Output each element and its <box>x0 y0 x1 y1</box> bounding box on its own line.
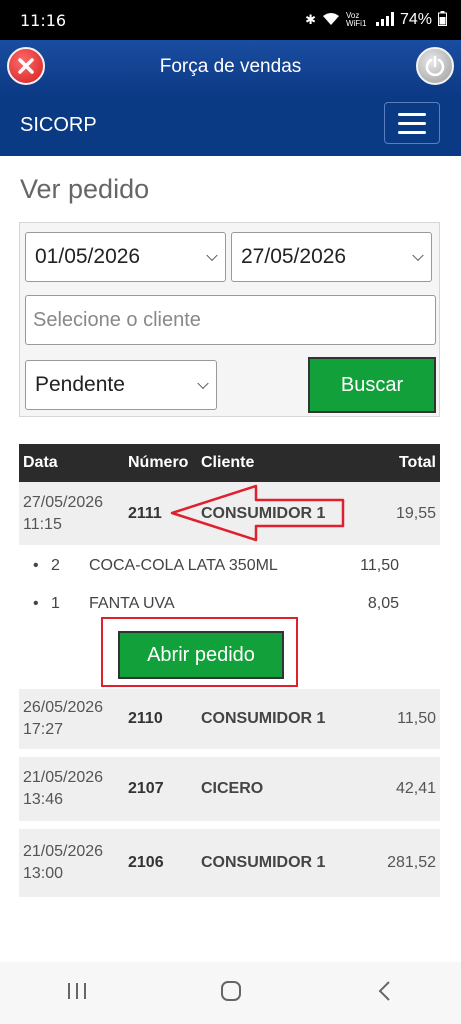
row-total: 11,50 <box>366 689 440 753</box>
date-to-select[interactable]: 27/05/2026 <box>231 232 432 282</box>
brand-link[interactable]: SICORP <box>20 114 97 137</box>
header-number: Número <box>124 444 197 482</box>
home-icon[interactable] <box>219 979 243 1008</box>
row-total: 19,55 <box>366 482 440 546</box>
status-bar: 11:16 ✱ Voz WiFi1 74% <box>0 0 461 40</box>
item-bullet: • <box>33 557 39 574</box>
app-title: Força de vendas <box>159 56 302 77</box>
status-select[interactable]: Pendente <box>25 360 217 410</box>
client-placeholder: Selecione o cliente <box>33 308 201 331</box>
date-to-value: 27/05/2026 <box>241 245 347 268</box>
recent-apps-icon[interactable] <box>66 981 88 1006</box>
item-desc: COCA-COLA LATA 350ML <box>89 557 278 574</box>
row-client: CONSUMIDOR 1 <box>197 689 367 753</box>
item-desc: FANTA UVA <box>89 595 175 612</box>
battery-level: 74% <box>399 11 432 28</box>
nav-bar: SICORP <box>0 94 461 156</box>
item-bullet: • <box>33 595 39 612</box>
chevron-down-icon <box>412 249 424 262</box>
back-icon[interactable] <box>375 979 395 1008</box>
wifi-icon <box>322 12 340 29</box>
header-date: Data <box>19 444 124 482</box>
client-input[interactable]: Selecione o cliente <box>25 295 436 345</box>
hamburger-icon-line <box>398 121 426 125</box>
row-date: 26/05/2026 17:27 <box>19 689 124 753</box>
item-value: 11,50 <box>360 557 399 574</box>
system-nav-bar <box>0 962 461 1024</box>
list-item: • 2 COCA-COLA LATA 350ML 11,50 <box>33 557 399 575</box>
status-time: 11:16 <box>20 10 67 30</box>
item-qty: 1 <box>51 595 60 612</box>
close-button[interactable] <box>7 47 45 85</box>
header-total: Total <box>366 444 440 482</box>
row-total: 281,52 <box>366 821 440 897</box>
filter-panel: 01/05/2026 27/05/2026 Selecione o client… <box>19 222 440 417</box>
annotation-box <box>101 617 298 687</box>
list-item: • 1 FANTA UVA 8,05 <box>33 595 399 613</box>
date-from-select[interactable]: 01/05/2026 <box>25 232 226 282</box>
bluetooth-icon: ✱ <box>305 12 316 27</box>
row-number: 2110 <box>124 689 197 753</box>
voz-wifi-label: Voz WiFi1 <box>345 11 367 28</box>
row-date: 27/05/2026 11:15 <box>19 482 124 546</box>
app-bar: Força de vendas <box>0 40 461 94</box>
signal-icon <box>375 11 394 29</box>
power-icon <box>425 55 445 77</box>
date-from-value: 01/05/2026 <box>35 245 141 268</box>
row-client: CICERO <box>197 749 367 825</box>
hamburger-icon-line <box>398 130 426 134</box>
chevron-down-icon <box>197 377 209 390</box>
chevron-down-icon <box>206 249 218 262</box>
item-value: 8,05 <box>367 595 399 612</box>
row-total: 42,41 <box>366 749 440 825</box>
row-number: 2106 <box>124 821 197 897</box>
table-row[interactable]: 21/05/2026 13:46 2107 CICERO 42,41 <box>19 749 440 825</box>
status-icons: ✱ Voz WiFi1 74% <box>305 11 447 29</box>
row-date: 21/05/2026 13:46 <box>19 749 124 825</box>
row-client: CONSUMIDOR 1 <box>197 821 367 897</box>
battery-icon <box>438 11 447 29</box>
annotation-arrow-icon <box>170 484 345 542</box>
close-icon <box>18 58 34 74</box>
item-qty: 2 <box>51 557 60 574</box>
table-row[interactable]: 26/05/2026 17:27 2110 CONSUMIDOR 1 11,50 <box>19 689 440 753</box>
header-client: Cliente <box>197 444 367 482</box>
row-date: 21/05/2026 13:00 <box>19 821 124 897</box>
table-header-row: Data Número Cliente Total <box>19 444 440 482</box>
power-button[interactable] <box>416 47 454 85</box>
hamburger-icon-line <box>398 112 426 116</box>
page-title: Ver pedido <box>20 174 150 204</box>
table-row[interactable]: 21/05/2026 13:00 2106 CONSUMIDOR 1 281,52 <box>19 821 440 897</box>
hamburger-menu-button[interactable] <box>384 102 440 144</box>
search-button[interactable]: Buscar <box>308 357 436 413</box>
row-number: 2107 <box>124 749 197 825</box>
status-value: Pendente <box>35 373 125 396</box>
